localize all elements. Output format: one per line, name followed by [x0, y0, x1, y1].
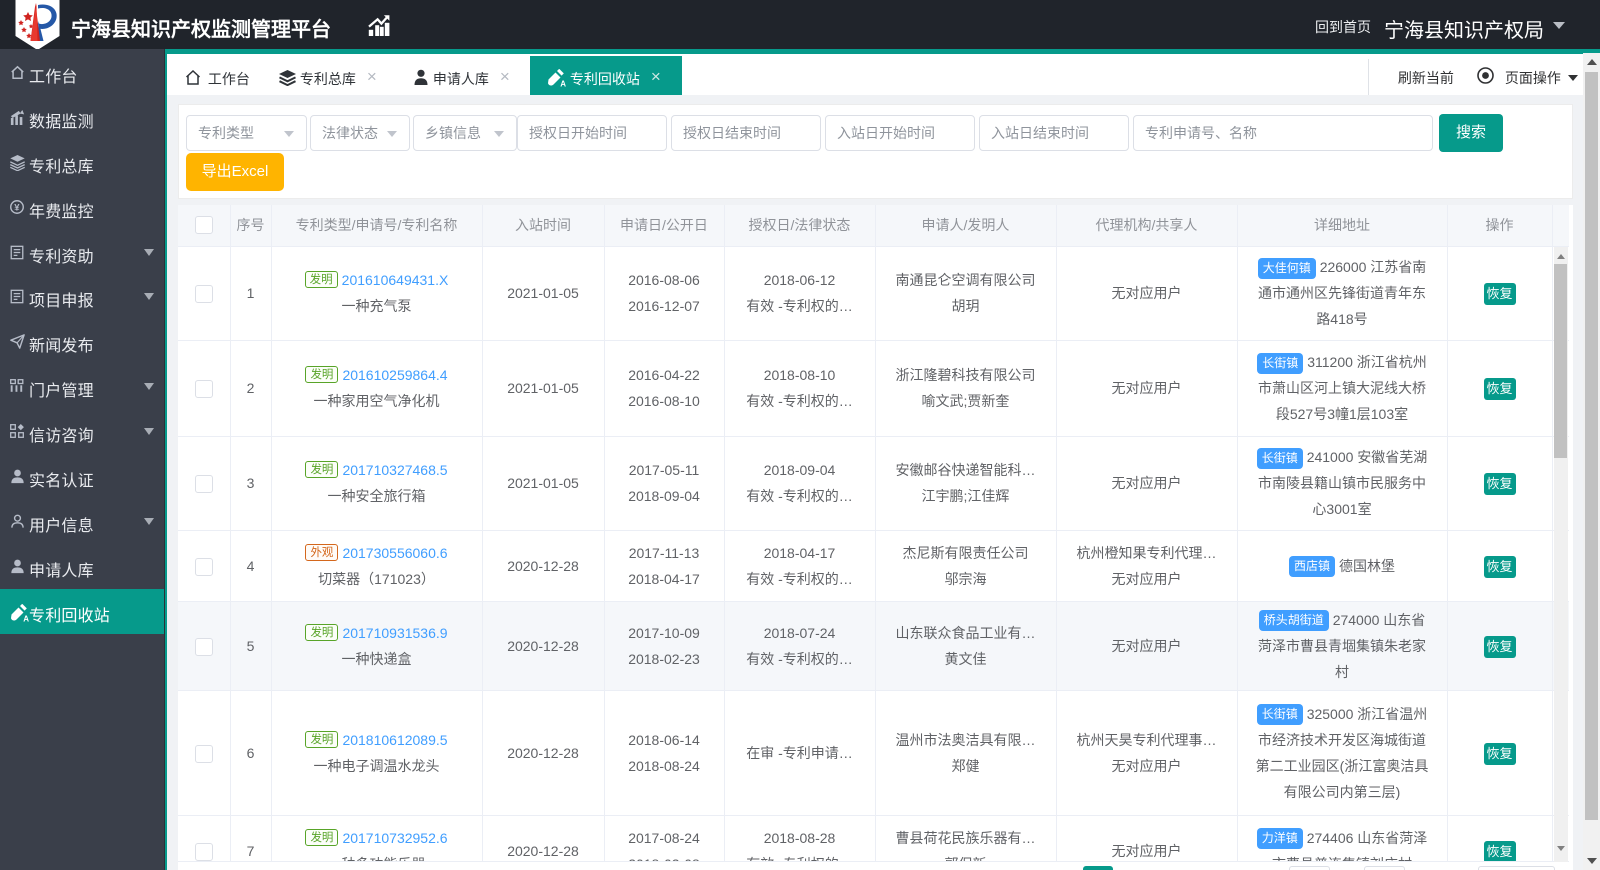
svg-text:A: A — [560, 79, 566, 87]
svg-text:¥: ¥ — [14, 202, 20, 213]
